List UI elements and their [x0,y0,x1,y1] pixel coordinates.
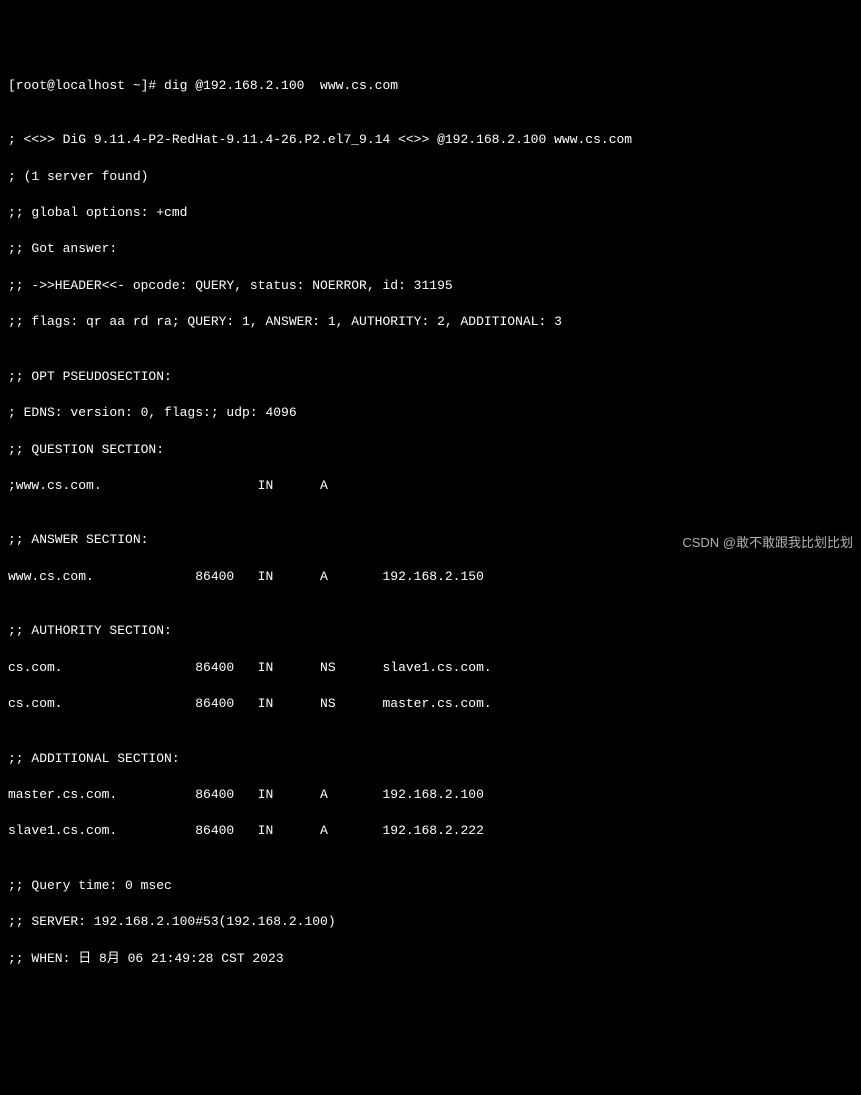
global-options-line: ;; global options: +cmd [8,204,853,222]
opt-pseudosection-header: ;; OPT PSEUDOSECTION: [8,368,853,386]
server-line: ;; SERVER: 192.168.2.100#53(192.168.2.10… [8,913,853,931]
answer-row: www.cs.com. 86400 IN A 192.168.2.150 [8,568,853,586]
header-line: ;; ->>HEADER<<- opcode: QUERY, status: N… [8,277,853,295]
got-answer-line: ;; Got answer: [8,240,853,258]
additional-row: slave1.cs.com. 86400 IN A 192.168.2.222 [8,822,853,840]
authority-section-header: ;; AUTHORITY SECTION: [8,622,853,640]
shell-prompt[interactable]: [root@localhost ~]# dig @192.168.2.100 w… [8,77,853,95]
query-time-line: ;; Query time: 0 msec [8,877,853,895]
watermark-text: CSDN @敢不敢跟我比划比划 [682,534,853,552]
flags-line: ;; flags: qr aa rd ra; QUERY: 1, ANSWER:… [8,313,853,331]
server-found-line: ; (1 server found) [8,168,853,186]
authority-row: cs.com. 86400 IN NS slave1.cs.com. [8,659,853,677]
dig-version-line: ; <<>> DiG 9.11.4-P2-RedHat-9.11.4-26.P2… [8,131,853,149]
authority-row: cs.com. 86400 IN NS master.cs.com. [8,695,853,713]
question-section-header: ;; QUESTION SECTION: [8,441,853,459]
when-line: ;; WHEN: 日 8月 06 21:49:28 CST 2023 [8,950,853,968]
question-row: ;www.cs.com. IN A [8,477,853,495]
additional-row: master.cs.com. 86400 IN A 192.168.2.100 [8,786,853,804]
additional-section-header: ;; ADDITIONAL SECTION: [8,750,853,768]
edns-line: ; EDNS: version: 0, flags:; udp: 4096 [8,404,853,422]
